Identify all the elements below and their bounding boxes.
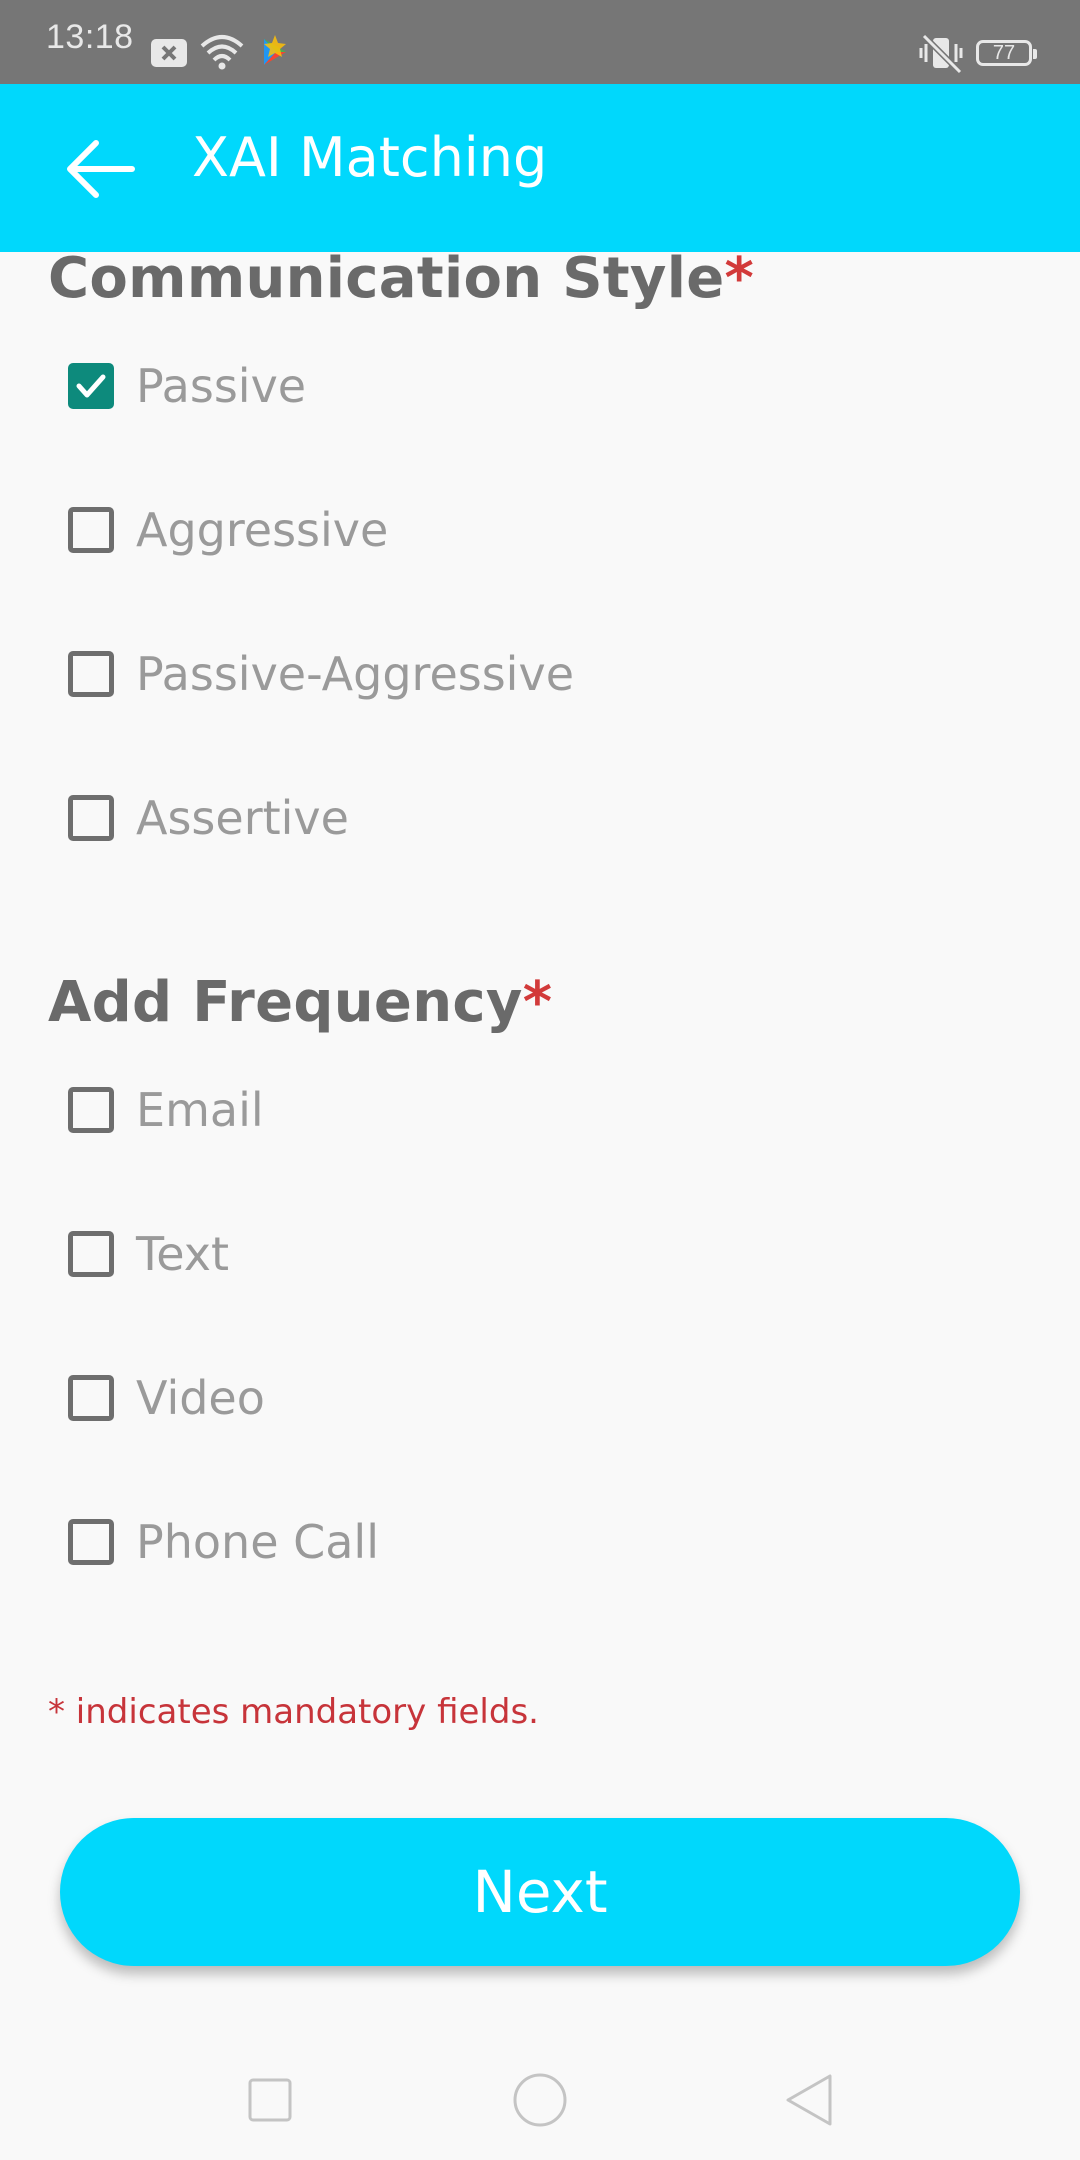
checkbox-unchecked[interactable] [68,1375,114,1421]
checkbox-unchecked[interactable] [68,1519,114,1565]
next-button[interactable]: Next [60,1818,1020,1966]
section-title-text: Communication Style [48,246,725,311]
checkbox-option-assertive[interactable]: Assertive [68,788,349,848]
option-label: Aggressive [136,503,389,557]
checkbox-unchecked[interactable] [68,1231,114,1277]
arrow-left-icon[interactable] [56,134,146,204]
checkbox-unchecked[interactable] [68,1087,114,1133]
notification-x-icon [151,39,187,67]
home-icon[interactable] [500,2060,580,2140]
recent-apps-icon[interactable] [230,2060,310,2140]
checkbox-option-aggressive[interactable]: Aggressive [68,500,388,560]
required-mark: * [522,970,553,1035]
option-label: Video [136,1371,265,1425]
option-label: Phone Call [136,1515,379,1569]
checkbox-checked[interactable] [68,363,114,409]
back-icon[interactable] [770,2060,850,2140]
app-notification-icon [264,35,286,65]
communication-style-heading: Communication Style* [48,246,754,311]
status-time: 13:18 [46,18,134,56]
checkbox-option-phone-call[interactable]: Phone Call [68,1512,379,1572]
checkbox-unchecked[interactable] [68,651,114,697]
option-label: Text [136,1227,230,1281]
option-label: Assertive [136,791,349,845]
battery-icon: 77 [976,40,1037,66]
checkbox-unchecked[interactable] [68,795,114,841]
checkbox-option-passive[interactable]: Passive [68,356,306,416]
page-title: XAI Matching [192,126,548,189]
add-frequency-heading: Add Frequency* [48,970,552,1035]
status-bar: 13:18 77 [0,0,1080,84]
checkmark-icon [76,374,106,398]
wifi-icon [200,35,244,70]
section-title-text: Add Frequency [48,970,523,1035]
checkbox-unchecked[interactable] [68,507,114,553]
app-bar: XAI Matching [0,84,1080,252]
mandatory-fields-note: * indicates mandatory fields. [48,1692,539,1732]
checkbox-option-text[interactable]: Text [68,1224,229,1284]
option-label: Passive [136,359,307,413]
checkbox-option-video[interactable]: Video [68,1368,265,1428]
checkbox-option-email[interactable]: Email [68,1080,264,1140]
option-label: Passive-Aggressive [136,647,574,701]
option-label: Email [136,1083,264,1137]
required-mark: * [724,246,755,311]
vibrate-icon [919,34,963,74]
checkbox-option-passive-aggressive[interactable]: Passive-Aggressive [68,644,574,704]
system-nav-bar [0,2040,1080,2160]
